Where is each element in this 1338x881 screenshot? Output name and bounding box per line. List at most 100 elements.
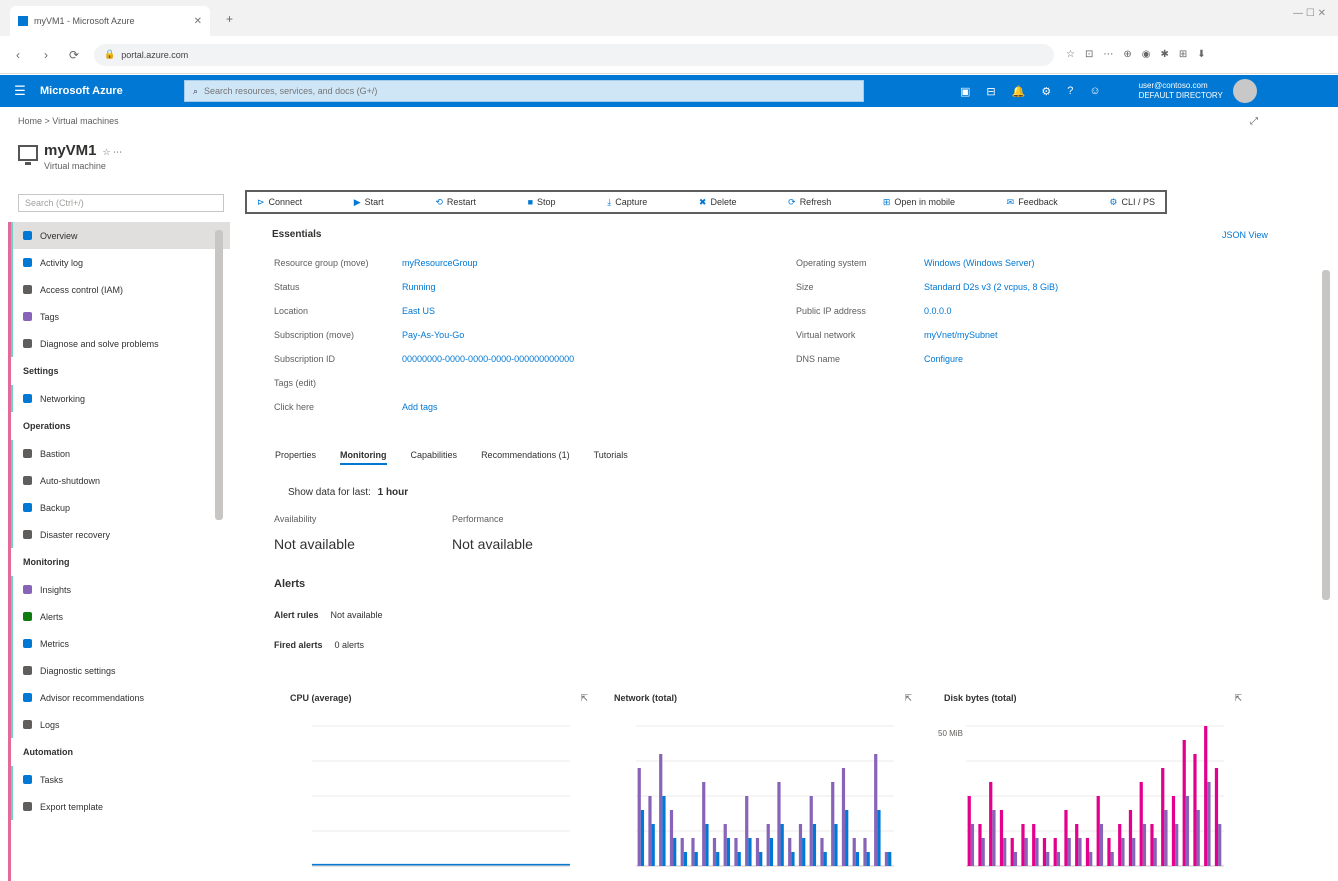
command-button[interactable]: ✉ Feedback <box>1007 197 1058 208</box>
essentials-value[interactable]: 00000000-0000-0000-0000-000000000000 <box>402 354 574 364</box>
menu-item-icon <box>23 666 32 675</box>
new-tab-button[interactable]: + <box>226 12 233 26</box>
extension-icon[interactable]: ◉ <box>1142 49 1151 60</box>
essentials-value[interactable]: Running <box>402 282 436 292</box>
content-tab[interactable]: Monitoring <box>340 450 387 465</box>
essentials-value[interactable]: Standard D2s v3 (2 vcpus, 8 GiB) <box>924 282 1058 292</box>
command-button[interactable]: ⊳ Connect <box>257 197 302 208</box>
menu-item[interactable]: Bastion <box>11 440 230 467</box>
content-tab[interactable]: Tutorials <box>594 450 628 465</box>
portal-brand[interactable]: Microsoft Azure <box>40 85 180 97</box>
favorite-more-icon[interactable]: ☆ ⋯ <box>103 147 123 159</box>
extension-icon[interactable]: ⋯ <box>1103 49 1113 60</box>
menu-item[interactable]: Alerts <box>11 603 230 630</box>
alerts-title: Alerts <box>274 578 306 590</box>
extension-icon[interactable]: ⊞ <box>1179 49 1187 60</box>
json-view-link[interactable]: JSON View <box>1222 230 1268 240</box>
extension-icon[interactable]: ⊕ <box>1123 49 1131 60</box>
header-action-icon[interactable]: ⊟ <box>986 85 995 98</box>
pin-icon[interactable]: ⇱ <box>1234 693 1242 704</box>
menu-search-input[interactable]: Search (Ctrl+/) <box>18 194 224 212</box>
command-label: Stop <box>537 197 556 207</box>
command-button[interactable]: ⚙ CLI / PS <box>1109 197 1155 208</box>
pin-icon[interactable]: ⇱ <box>580 693 588 704</box>
reload-button[interactable]: ⟳ <box>66 48 82 62</box>
menu-item[interactable]: Overview <box>11 222 230 249</box>
menu-item[interactable]: Export template <box>11 793 230 820</box>
menu-item-label: Insights <box>40 584 72 595</box>
disk-chart: 50 MiB <box>938 725 1224 867</box>
menu-item[interactable]: Logs <box>11 711 230 738</box>
forward-button[interactable]: › <box>38 48 54 62</box>
chart-card-cpu[interactable]: CPU (average) ⇱ <box>280 688 598 881</box>
menu-item[interactable]: Activity log <box>11 249 230 276</box>
alert-row-2: Fired alerts 0 alerts <box>274 640 364 650</box>
avatar[interactable] <box>1232 79 1257 103</box>
chart-card-disk[interactable]: Disk bytes (total) ⇱ 50 MiB <box>934 688 1252 881</box>
range-value[interactable]: 1 hour <box>378 487 409 498</box>
chart-card-network[interactable]: Network (total) ⇱ <box>604 688 922 881</box>
alert-row-2-value[interactable]: 0 alerts <box>335 640 365 650</box>
command-button[interactable]: ■ Stop <box>528 197 556 207</box>
command-icon: ⊳ <box>257 196 265 207</box>
alert-row-1-value[interactable]: Not available <box>331 610 383 620</box>
account-info[interactable]: user@contoso.com DEFAULT DIRECTORY <box>1139 81 1223 101</box>
command-button[interactable]: ⟳ Refresh <box>788 197 831 208</box>
essentials-value[interactable]: Configure <box>924 354 963 364</box>
menu-item[interactable]: Diagnose and solve problems <box>11 330 230 357</box>
command-button[interactable]: ⊞ Open in mobile <box>883 197 955 208</box>
extension-icon[interactable]: ⬇ <box>1197 49 1205 60</box>
resource-menu: Overview Activity log Access control (IAM)… <box>8 222 230 881</box>
pin-icon[interactable]: ⇱ <box>904 693 912 704</box>
back-button[interactable]: ‹ <box>10 48 26 62</box>
menu-item[interactable]: Auto-shutdown <box>11 467 230 494</box>
page-title: myVM1 <box>44 142 97 159</box>
essentials-value[interactable]: myVnet/mySubnet <box>924 330 998 340</box>
header-action-icon[interactable]: 🔔 <box>1012 85 1026 98</box>
menu-item-icon <box>23 720 32 729</box>
header-action-icon[interactable]: ▣ <box>960 85 970 98</box>
window-controls[interactable]: — ☐ ✕ <box>1293 8 1326 19</box>
page-scrollbar[interactable] <box>1322 270 1330 600</box>
menu-item[interactable]: Disaster recovery <box>11 521 230 548</box>
hamburger-menu-icon[interactable]: ☰ <box>0 83 40 99</box>
essentials-title[interactable]: Essentials <box>272 229 321 240</box>
menu-item[interactable]: Insights <box>11 576 230 603</box>
address-bar[interactable]: 🔒 portal.azure.com <box>94 43 1054 66</box>
essentials-value[interactable]: myResourceGroup <box>402 258 478 268</box>
content-tab[interactable]: Recommendations (1) <box>481 450 570 465</box>
menu-item[interactable]: Diagnostic settings <box>11 657 230 684</box>
menu-item[interactable]: Networking <box>11 385 230 412</box>
menu-item[interactable]: Access control (IAM) <box>11 276 230 303</box>
header-action-icon[interactable]: ? <box>1067 85 1073 98</box>
menu-item[interactable]: Advisor recommendations <box>11 684 230 711</box>
essentials-value[interactable]: Add tags <box>402 402 438 412</box>
extension-icon[interactable]: ⊡ <box>1085 49 1093 60</box>
portal-search-input[interactable] <box>204 86 855 96</box>
command-button[interactable]: ✖ Delete <box>699 197 737 208</box>
command-button[interactable]: ⟲ Restart <box>435 197 476 208</box>
command-button[interactable]: ⤓ Capture <box>607 197 647 208</box>
content-tab[interactable]: Properties <box>275 450 316 465</box>
essentials-value[interactable]: 0.0.0.0 <box>924 306 952 316</box>
header-action-icon[interactable]: ⚙ <box>1041 85 1051 98</box>
menu-item[interactable]: Metrics <box>11 630 230 657</box>
portal-search-box[interactable]: ⌕ <box>184 80 864 102</box>
header-action-icon[interactable]: ☺ <box>1089 85 1100 98</box>
extension-icon[interactable]: ☆ <box>1066 49 1075 60</box>
data-bar <box>802 838 806 866</box>
essentials-value[interactable]: Pay-As-You-Go <box>402 330 464 340</box>
menu-scrollbar[interactable] <box>215 230 223 520</box>
essentials-value[interactable]: East US <box>402 306 435 316</box>
command-button[interactable]: ▶ Start <box>354 197 384 208</box>
breadcrumb[interactable]: Home > Virtual machines <box>18 116 119 126</box>
content-tab[interactable]: Capabilities <box>411 450 458 465</box>
close-tab-icon[interactable]: ✕ <box>194 16 202 27</box>
menu-item[interactable]: Tags <box>11 303 230 330</box>
menu-item[interactable]: Tasks <box>11 766 230 793</box>
blade-maximize-icon[interactable]: ⤢ <box>1250 116 1258 127</box>
browser-tab[interactable]: myVM1 - Microsoft Azure ✕ <box>10 6 210 36</box>
menu-item[interactable]: Backup <box>11 494 230 521</box>
essentials-value[interactable]: Windows (Windows Server) <box>924 258 1035 268</box>
extension-icon[interactable]: ✱ <box>1160 49 1168 60</box>
